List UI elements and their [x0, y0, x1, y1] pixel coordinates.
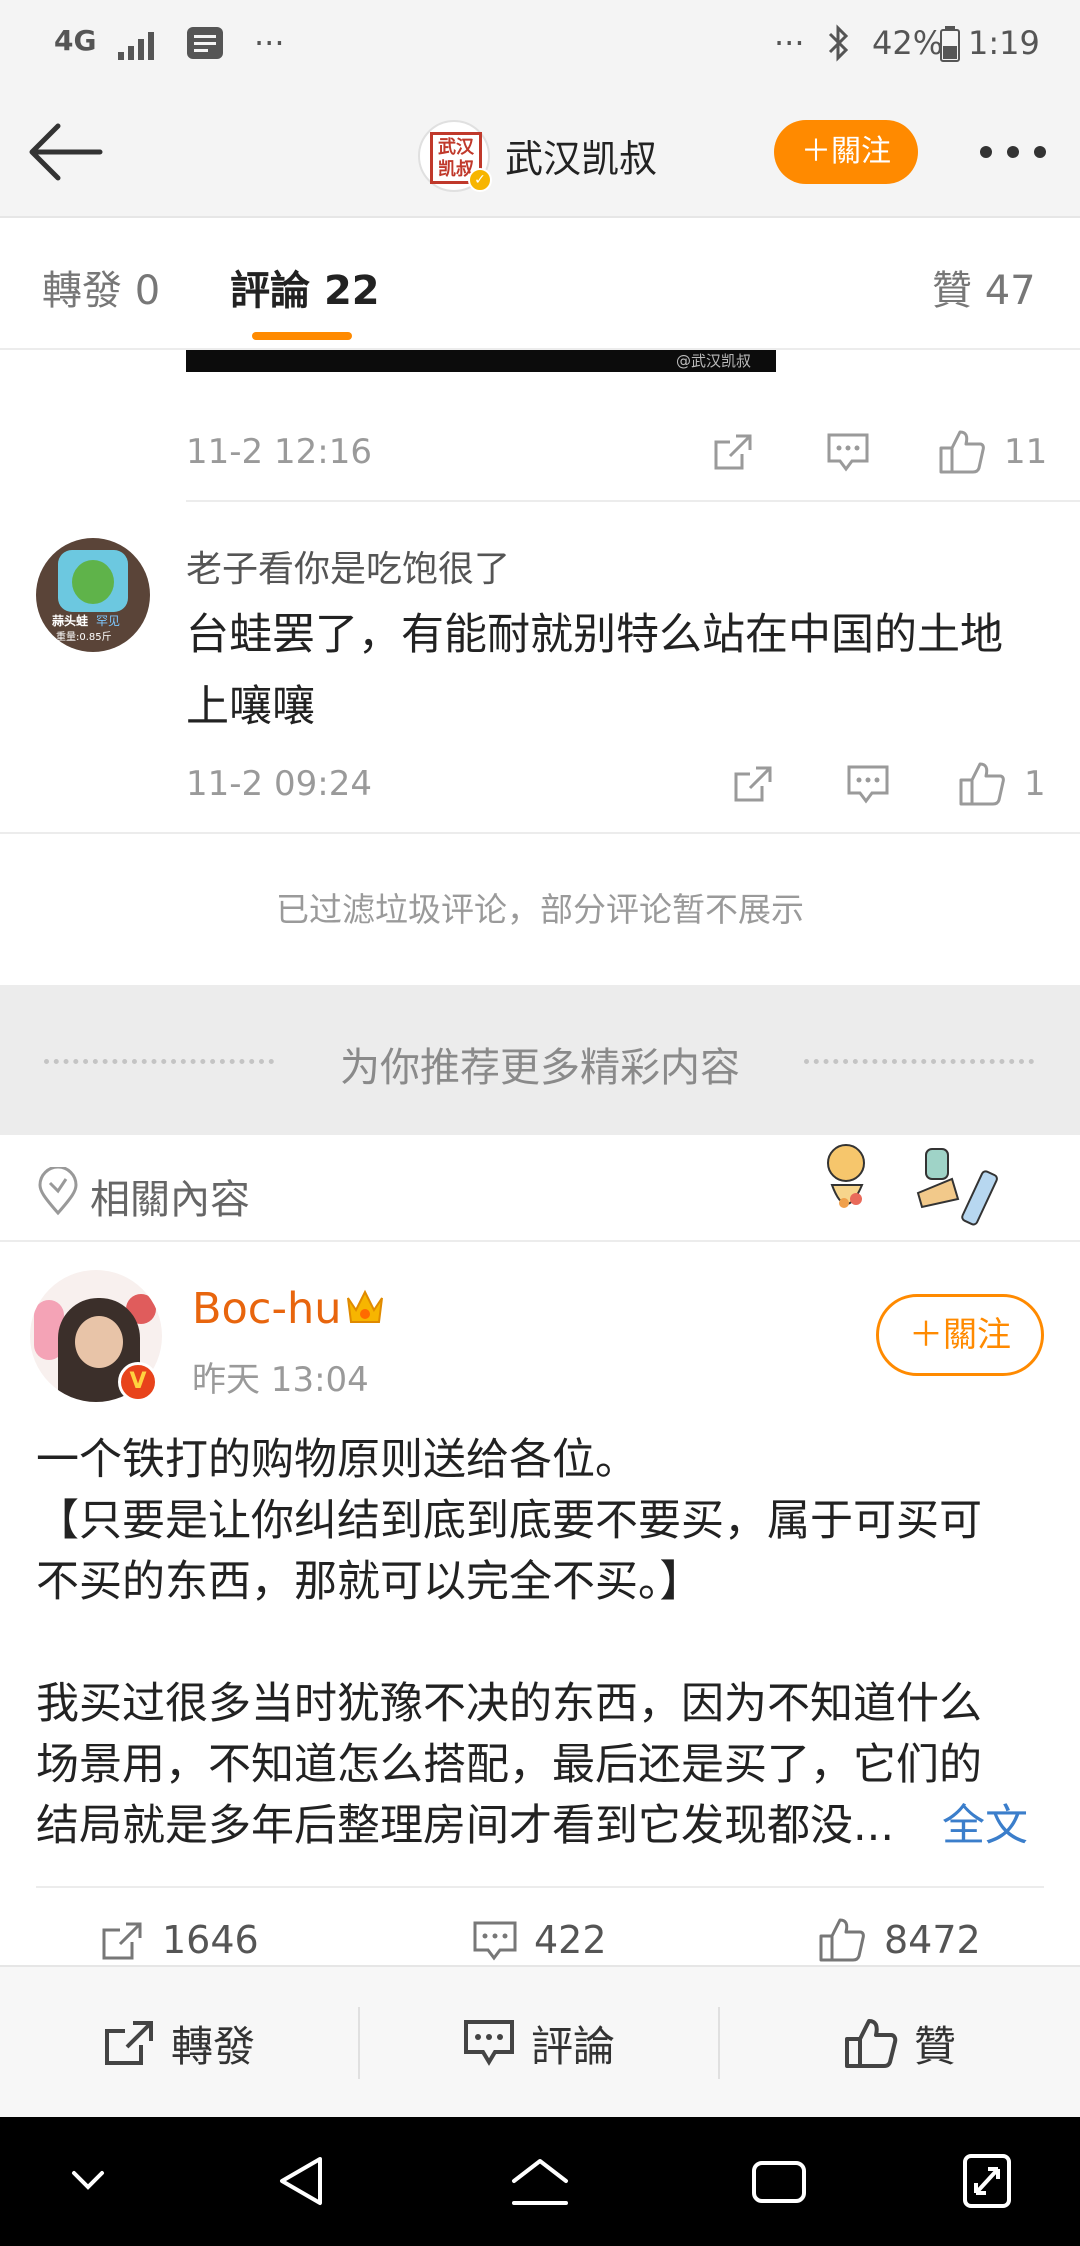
- comment-icon: [463, 2020, 514, 2066]
- thumbs-up-icon[interactable]: [938, 428, 986, 474]
- repost-label: 轉發: [170, 2021, 255, 2071]
- frog-icon: [72, 560, 114, 604]
- post-text-line: 一个铁打的购物原则送给各位。: [36, 1435, 638, 1485]
- filter-notice: 已过滤垃圾评论，部分评论暂不展示: [276, 890, 804, 929]
- repost-count: 1646: [162, 1918, 259, 1962]
- comment-text-line1: 台蛙罢了，有能耐就别特么站在中国的土地: [186, 610, 1003, 660]
- back-arrow-icon[interactable]: [28, 120, 104, 184]
- tab-comments-count: 22: [323, 268, 380, 314]
- repost-icon[interactable]: [100, 1920, 144, 1962]
- recent-apps-icon[interactable]: [750, 2159, 808, 2205]
- tab-likes-count: 47: [984, 268, 1036, 314]
- comment-text-line2: 上嚷嚷: [186, 682, 315, 732]
- verified-badge-icon: V: [118, 1362, 158, 1402]
- comment-button[interactable]: 評論: [360, 1967, 718, 2119]
- avatar-badge: 罕见: [96, 614, 121, 628]
- avatar-weight: 重量:0.85斤: [56, 632, 112, 643]
- signal-icon: [118, 32, 154, 60]
- recommend-banner: 为你推荐更多精彩内容: [0, 985, 1080, 1135]
- chevron-down-icon[interactable]: [68, 2165, 108, 2195]
- comment-count: 422: [534, 1918, 607, 1962]
- battery-icon: [940, 26, 960, 62]
- location-icon: [38, 1167, 78, 1216]
- message-icon: [187, 27, 223, 59]
- follow-button[interactable]: ＋關注: [774, 120, 918, 184]
- comment-icon[interactable]: [472, 1920, 518, 1962]
- commenter-avatar[interactable]: 蒜头蛙 罕见 重量:0.85斤: [36, 538, 150, 652]
- divider: [186, 500, 1080, 502]
- like-label: 贊: [913, 2021, 956, 2071]
- thumbs-up-icon[interactable]: [958, 760, 1006, 806]
- image-watermark: @武汉凯叔: [676, 352, 752, 370]
- thumbs-up-icon[interactable]: [818, 1916, 868, 1964]
- share-icon[interactable]: [712, 432, 754, 472]
- clock: 1:19: [968, 24, 1040, 62]
- system-navigation-bar: [0, 2117, 1080, 2246]
- avatar-card: [58, 550, 128, 612]
- share-icon[interactable]: [732, 764, 774, 804]
- comment-image[interactable]: @武汉凯叔: [186, 350, 776, 372]
- network-type: 4G: [54, 24, 97, 57]
- more-dots-icon[interactable]: [978, 144, 1048, 160]
- tab-comments[interactable]: 評論 22: [230, 258, 380, 316]
- vip-crown-icon: [347, 1289, 383, 1323]
- home-icon[interactable]: [510, 2157, 570, 2207]
- related-header: 相關內容: [0, 1137, 1080, 1242]
- bottom-action-bar: 轉發 評論 贊: [0, 1965, 1080, 2117]
- bluetooth-icon: [828, 24, 849, 62]
- full-text-link[interactable]: 全文: [942, 1796, 1028, 1857]
- reply-icon[interactable]: [846, 764, 890, 804]
- like-button[interactable]: 贊: [720, 1967, 1080, 2119]
- commenter-name[interactable]: 老子看你是吃饱很了: [186, 540, 510, 592]
- tab-likes[interactable]: 贊 47: [932, 258, 1036, 316]
- tab-comments-label: 評論: [230, 268, 310, 314]
- verified-icon: ✓: [468, 168, 492, 192]
- thumbs-up-icon: [844, 2019, 898, 2068]
- status-bar: 4G ··· ··· 42% 1:19: [0, 0, 1080, 90]
- status-dots: ···: [774, 24, 805, 62]
- tab-likes-label: 贊: [932, 268, 972, 314]
- back-triangle-icon[interactable]: [276, 2153, 326, 2209]
- tab-reposts-label: 轉發: [42, 268, 122, 314]
- post-text-line: 不买的东西，那就可以完全不买。】: [36, 1557, 703, 1607]
- active-tab-indicator: [252, 332, 352, 340]
- account-logo[interactable]: 武汉 凯叔 ✓: [418, 120, 492, 192]
- like-count: 1: [1024, 764, 1046, 804]
- top-navigation: 武汉 凯叔 ✓ 武汉凯叔 ＋關注: [0, 90, 1080, 218]
- divider: [36, 1886, 1044, 1888]
- face: [75, 1316, 123, 1368]
- like-count: 8472: [884, 1918, 981, 1962]
- avatar-label: 蒜头蛙: [52, 614, 89, 628]
- post-text-line: 场景用，不知道怎么搭配，最后还是买了，它们的: [36, 1740, 982, 1790]
- post-author[interactable]: Boc-hu: [192, 1284, 341, 1334]
- comment-time: 11-2 12:16: [186, 432, 372, 472]
- related-label: 相關內容: [90, 1177, 250, 1223]
- comment-label: 評論: [530, 2021, 615, 2071]
- post-text-line: 【只要是让你纠结到底到底要不要买，属于可买可: [36, 1496, 982, 1546]
- comment-time: 11-2 09:24: [186, 764, 372, 804]
- post-follow-button[interactable]: ＋關注: [876, 1294, 1044, 1376]
- like-count: 11: [1004, 432, 1048, 472]
- screen-rotate-icon[interactable]: [962, 2153, 1012, 2209]
- tab-reposts-count: 0: [134, 268, 161, 314]
- food-illustration-icon: [827, 1144, 998, 1226]
- reply-icon[interactable]: [826, 432, 870, 472]
- post-time: 昨天 13:04: [192, 1360, 369, 1400]
- account-name[interactable]: 武汉凯叔: [505, 128, 657, 183]
- recommend-text: 为你推荐更多精彩内容: [340, 1045, 740, 1091]
- dotted-divider-right: [804, 1059, 1034, 1064]
- repost-button[interactable]: 轉發: [0, 1967, 358, 2119]
- notification-dots: ···: [254, 24, 285, 62]
- battery-percent: 42%: [872, 24, 944, 62]
- tab-reposts[interactable]: 轉發 0: [42, 258, 160, 316]
- post-text-line: 我买过很多当时犹豫不决的东西，因为不知道什么: [36, 1679, 982, 1729]
- repost-icon: [104, 2021, 153, 2065]
- post-text-line: 结局就是多年后整理房间才看到它发现都没...: [36, 1801, 895, 1851]
- divider: [0, 832, 1080, 834]
- tab-bar: 轉發 0 評論 22 贊 47: [0, 220, 1080, 350]
